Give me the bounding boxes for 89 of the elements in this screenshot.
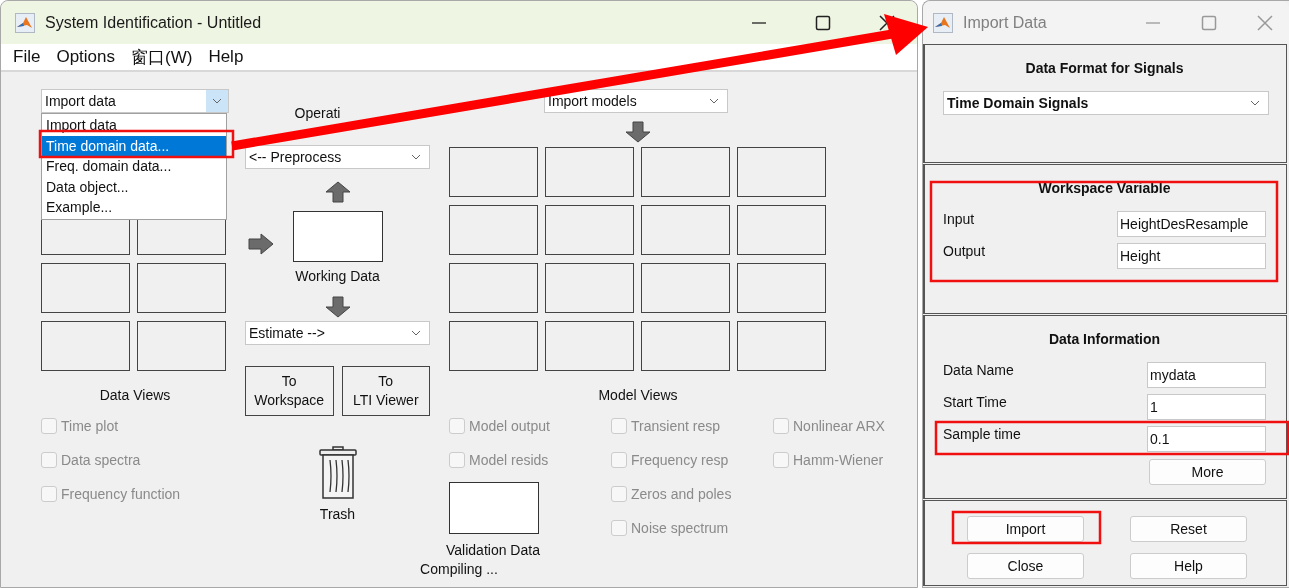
checkbox-label: Zeros and poles: [631, 486, 732, 502]
app-logo-icon: [933, 12, 953, 33]
dropdown-option[interactable]: Data object...: [42, 176, 226, 197]
up-arrow-icon: [324, 181, 351, 203]
field-label: Sample time: [943, 426, 1021, 442]
dropdown-option[interactable]: Time domain data...: [42, 135, 226, 156]
checkbox-label: Model output: [469, 418, 550, 434]
section-label: Data Views: [98, 387, 172, 403]
preprocess-dropdown[interactable]: <-- Preprocess: [245, 145, 430, 169]
checkbox-label: Frequency resp: [631, 452, 729, 468]
model-slot[interactable]: [641, 147, 730, 197]
model-slot[interactable]: [737, 263, 826, 313]
dropdown-option[interactable]: Example...: [42, 197, 226, 218]
working-data-label: Working Data: [294, 268, 381, 284]
model-slot[interactable]: [641, 263, 730, 313]
model-slot[interactable]: [737, 147, 826, 197]
trash-label: Trash: [318, 506, 357, 522]
model-slot[interactable]: [641, 321, 730, 371]
dropdown-option[interactable]: Import data: [42, 115, 226, 136]
panel-title: Workspace Variable: [1037, 180, 1172, 196]
chevron-down-icon: [411, 154, 421, 160]
data-slot[interactable]: [137, 321, 226, 371]
model-slot[interactable]: [545, 147, 634, 197]
data-slot[interactable]: [41, 263, 130, 313]
trash-icon[interactable]: [317, 446, 358, 500]
model-slot[interactable]: [545, 321, 634, 371]
data-dropdown[interactable]: Import data: [41, 89, 229, 113]
export-button[interactable]: To LTI Viewer: [341, 366, 430, 416]
input-field[interactable]: mydata: [1147, 362, 1266, 388]
checkbox-label: Time plot: [61, 418, 119, 434]
field-label: Data Name: [943, 362, 1014, 378]
checkbox-label: Model resids: [469, 452, 549, 468]
dialog-button[interactable]: Help: [1130, 553, 1247, 579]
model-slot[interactable]: [449, 263, 538, 313]
dialog-button[interactable]: Close: [967, 553, 1084, 579]
checkbox-label: Data spectra: [61, 452, 141, 468]
checkbox-label: Hamm-Wiener: [793, 452, 884, 468]
checkbox-label: Transient resp: [631, 418, 720, 434]
dialog-button[interactable]: Reset: [1130, 516, 1247, 542]
validation-data-slot[interactable]: [449, 482, 539, 534]
model-slot[interactable]: [449, 321, 538, 371]
data-slot[interactable]: [41, 321, 130, 371]
chevron-down-icon: [411, 330, 421, 336]
model-slot[interactable]: [737, 321, 826, 371]
validation-data-label: Validation Data: [446, 542, 541, 558]
section-label: Model Views: [597, 387, 679, 403]
right-arrow-icon: [248, 232, 274, 255]
menu-item[interactable]: Help: [208, 47, 244, 67]
window-title: System Identification - Untitled: [45, 13, 262, 32]
model-slot[interactable]: [545, 205, 634, 255]
checkbox-label: Frequency function: [61, 486, 181, 502]
menu-item[interactable]: Options: [56, 47, 115, 67]
model-slot[interactable]: [737, 205, 826, 255]
model-slot[interactable]: [545, 263, 634, 313]
window-title: Import Data: [963, 13, 1047, 32]
dialog-button[interactable]: Import: [967, 516, 1084, 542]
menu-item[interactable]: File: [13, 47, 41, 67]
input-field[interactable]: 1: [1147, 394, 1266, 420]
panel-title: Data Format for Signals: [1024, 60, 1185, 76]
chevron-down-icon: [1250, 100, 1260, 106]
input-field[interactable]: Height: [1117, 243, 1266, 269]
data-slot[interactable]: [137, 263, 226, 313]
input-field[interactable]: HeightDesResample: [1117, 211, 1266, 237]
dropdown-option[interactable]: Freq. domain data...: [42, 156, 226, 177]
down-arrow-icon: [324, 296, 351, 318]
section-label: Operati: [293, 105, 342, 121]
chevron-down-icon: [212, 98, 222, 104]
field-label: Start Time: [943, 394, 1007, 410]
input-field[interactable]: 0.1: [1147, 426, 1266, 452]
model-slot[interactable]: [641, 205, 730, 255]
model-slot[interactable]: [449, 205, 538, 255]
model-slot[interactable]: [449, 147, 538, 197]
app-logo-icon: [15, 12, 35, 33]
format-dropdown[interactable]: Time Domain Signals: [943, 91, 1269, 115]
maximize-icon[interactable]: [815, 14, 831, 31]
menu-item[interactable]: 窗口(W): [131, 45, 193, 69]
status-text: Compiling ...: [419, 561, 499, 579]
working-data-slot[interactable]: [293, 211, 383, 262]
checkbox-label: Nonlinear ARX: [793, 418, 885, 434]
checkbox-label: Noise spectrum: [631, 520, 729, 536]
export-button[interactable]: To Workspace: [245, 366, 334, 416]
down-arrow-icon: [625, 121, 651, 143]
field-label: Input: [943, 211, 975, 227]
more-button[interactable]: More: [1149, 459, 1266, 485]
chevron-down-icon: [709, 98, 719, 104]
models-dropdown[interactable]: Import models: [544, 89, 728, 113]
estimate-dropdown[interactable]: Estimate -->: [245, 321, 430, 345]
panel-title: Data Information: [1047, 331, 1162, 347]
field-label: Output: [943, 243, 986, 259]
